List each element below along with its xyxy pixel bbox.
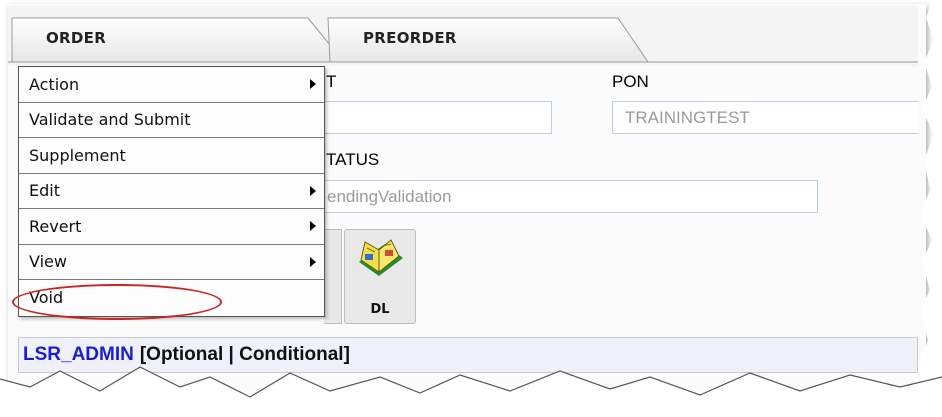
menu-item-label: Supplement bbox=[29, 145, 126, 165]
menu-item-label: Validate and Submit bbox=[29, 110, 191, 130]
menu-item-revert[interactable]: Revert bbox=[19, 209, 324, 245]
menu-item-label: Void bbox=[29, 288, 64, 308]
submenu-arrow-icon bbox=[310, 221, 316, 232]
tab-order[interactable]: ORDER bbox=[20, 20, 350, 56]
status-value: endingValidation bbox=[327, 186, 452, 206]
pon-label: PON bbox=[612, 72, 649, 91]
menu-item-validate-and-submit[interactable]: Validate and Submit bbox=[19, 102, 324, 138]
tab-order-label: ORDER bbox=[46, 29, 107, 47]
menu-item-label: View bbox=[29, 252, 67, 272]
field1-label: T bbox=[326, 72, 337, 91]
toolbar-button-partial[interactable] bbox=[324, 229, 342, 324]
field1-input[interactable] bbox=[310, 101, 552, 134]
menu-item-action[interactable]: Action bbox=[19, 67, 324, 103]
context-menu: Action Validate and Submit Supplement Ed… bbox=[18, 66, 325, 317]
tab-bar: ORDER PREORDER bbox=[8, 6, 918, 66]
tab-preorder-label: PREORDER bbox=[363, 29, 457, 47]
menu-item-supplement[interactable]: Supplement bbox=[19, 138, 324, 174]
dl-button[interactable]: DL bbox=[344, 229, 416, 324]
torn-edge-bottom bbox=[0, 366, 942, 417]
status-input[interactable]: endingValidation bbox=[310, 180, 818, 213]
menu-item-view[interactable]: View bbox=[19, 244, 324, 280]
submenu-arrow-icon bbox=[310, 256, 316, 267]
submenu-arrow-icon bbox=[310, 185, 316, 196]
menu-item-label: Revert bbox=[29, 216, 82, 236]
pon-input[interactable]: TRAININGTEST bbox=[612, 101, 918, 134]
menu-item-edit[interactable]: Edit bbox=[19, 173, 324, 209]
pon-value: TRAININGTEST bbox=[625, 107, 750, 127]
submenu-arrow-icon bbox=[310, 79, 316, 90]
status-label: TATUS bbox=[326, 150, 380, 169]
dl-label: DL bbox=[370, 302, 390, 317]
menu-item-void[interactable]: Void bbox=[19, 280, 324, 316]
menu-item-label: Action bbox=[29, 74, 80, 94]
open-book-icon bbox=[359, 239, 403, 276]
menu-item-label: Edit bbox=[29, 181, 60, 201]
tab-preorder[interactable]: PREORDER bbox=[338, 20, 658, 56]
torn-edge-right bbox=[918, 0, 942, 417]
